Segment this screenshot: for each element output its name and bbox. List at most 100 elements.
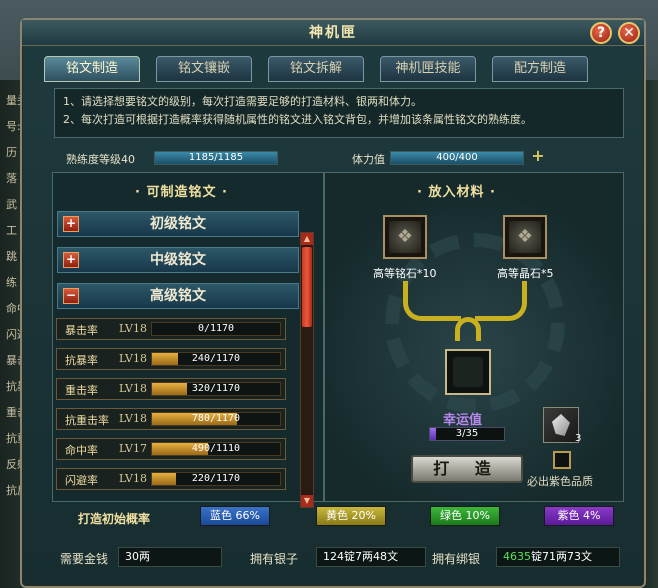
recipe-level: LV18 [119,322,147,335]
luck-bar: 3/35 [429,427,505,441]
materials-heading: · 放入材料 · [417,185,496,200]
window-title[interactable]: 神机匣 [22,20,644,46]
luck-item-slot[interactable] [543,407,579,443]
instruction-notes: 1、请选择想要铭文的级别，每次打造需要足够的打造材料、银两和体力。 2、每次打造… [54,88,624,138]
category-basic[interactable]: 初级铭文 + [57,211,299,237]
flow-pipe-right [475,281,527,321]
recipe-level: LV18 [119,382,147,395]
recipe-progress-value: 490/1110 [191,443,241,454]
recipe-name: 命中率 [65,444,98,457]
bound-silver-rest: 锭71两73文 [531,550,592,563]
recipe-row[interactable]: 抗重击率 LV18 780/1170 [56,408,286,430]
collapse-icon[interactable]: − [63,288,79,304]
background-label: 落 [6,172,17,185]
tab-inscription-inlay[interactable]: 铭文镶嵌 [156,56,252,82]
scroll-thumb[interactable] [302,247,312,327]
proficiency-value: 1185/1185 [188,152,244,163]
recipe-scrollbar[interactable]: ▲ ▼ [300,232,314,508]
material-slot-crystal[interactable]: ❖ [503,215,547,259]
recipe-name: 闪避率 [65,474,98,487]
background-label: 练 [6,276,17,289]
category-label: 中级铭文 [150,252,206,268]
recipe-level: LV18 [119,472,147,485]
recipe-name: 重击率 [65,384,98,397]
stamina-value: 400/400 [436,152,478,163]
recipe-level: LV18 [119,352,147,365]
scroll-down-icon[interactable]: ▼ [301,495,313,507]
luck-label: 幸运值 [443,413,483,428]
background-label: 跳 [6,250,17,263]
crystal-stone-icon: ❖ [509,221,541,253]
recipe-progress-value: 0/1170 [197,323,235,334]
tab-bar: 铭文制造 铭文镶嵌 铭文拆解 神机匣技能 配方制造 [44,56,624,84]
material-slot-ore[interactable]: ❖ [383,215,427,259]
flow-pipe-left [403,281,461,321]
probability-yellow: 黄色 20% [316,506,386,526]
stamina-label: 体力值 [352,153,385,166]
luck-item-count: 3 [575,433,582,444]
required-money-value: 30两 [118,547,222,567]
luck-value: 3/35 [455,428,479,439]
bound-silver-value: 4635锭71两73文 [496,547,620,567]
recipe-row[interactable]: 抗暴率 LV18 240/1170 [56,348,286,370]
background-label: 历 [6,146,17,159]
guarantee-purple-label: 必出紫色品质 [527,475,593,488]
recipe-level: LV17 [119,442,147,455]
category-intermediate[interactable]: 中级铭文 + [57,247,299,273]
close-button[interactable]: ✕ [618,22,640,44]
result-slot[interactable] [445,349,491,395]
background-label: 号: [6,120,21,133]
probability-purple: 紫色 4% [544,506,614,526]
recipe-level: LV18 [119,412,147,425]
recipe-progress-value: 780/1170 [191,413,241,424]
note-line: 2、每次打造可根据打造概率获得随机属性的铭文进入铭文背包，并增加该条属性铭文的熟… [63,113,532,126]
category-label: 高级铭文 [150,288,206,304]
note-line: 1、请选择想要铭文的级别，每次打造需要足够的打造材料、银两和体力。 [63,95,422,108]
forge-button[interactable]: 打 造 [411,455,523,483]
tab-inscription-craft[interactable]: 铭文制造 [44,56,140,82]
recipe-name: 暴击率 [65,324,98,337]
expand-icon[interactable]: + [63,216,79,232]
material-label-ore: 高等铭石*10 [373,267,437,280]
background-label: 工 [6,224,17,237]
category-label: 初级铭文 [150,216,206,232]
shenjixia-window: 神机匣 ? ✕ 铭文制造 铭文镶嵌 铭文拆解 神机匣技能 配方制造 1、请选择想… [20,18,646,588]
proficiency-label: 熟练度等级40 [66,153,135,166]
probability-blue: 蓝色 66% [200,506,270,526]
recipe-progress-bar: 240/1170 [151,352,281,366]
scroll-up-icon[interactable]: ▲ [301,233,313,245]
recipe-progress-bar: 490/1110 [151,442,281,456]
recipe-name: 抗暴率 [65,354,98,367]
add-stamina-icon[interactable]: + [530,148,546,164]
bound-silver-label: 拥有绑银 [432,552,481,566]
materials-panel: · 放入材料 · ❖ 高等铭石*10 ❖ 高等晶石*5 幸运值 3/35 3 打… [324,172,624,502]
recipe-progress-bar: 780/1170 [151,412,281,426]
help-button[interactable]: ? [590,22,612,44]
inscription-stone-icon: ❖ [389,221,421,253]
silver-label: 拥有银子 [250,552,299,566]
required-money-label: 需要金钱 [60,552,109,566]
guarantee-purple-checkbox[interactable] [553,451,571,469]
recipe-row[interactable]: 闪避率 LV18 220/1170 [56,468,286,490]
recipe-progress-value: 240/1170 [191,353,241,364]
recipe-progress-value: 320/1170 [191,383,241,394]
initial-probability-label: 打造初始概率 [78,512,151,526]
category-advanced[interactable]: 高级铭文 − [57,283,299,309]
expand-icon[interactable]: + [63,252,79,268]
result-item [453,357,483,387]
recipe-progress-value: 220/1170 [191,473,241,484]
recipe-row[interactable]: 重击率 LV18 320/1170 [56,378,286,400]
tab-recipe-craft[interactable]: 配方制造 [492,56,588,82]
silver-value: 124锭7两48文 [316,547,426,567]
probability-green: 绿色 10% [430,506,500,526]
recipe-row[interactable]: 暴击率 LV18 0/1170 [56,318,286,340]
recipe-progress-bar: 0/1170 [151,322,281,336]
recipe-row[interactable]: 命中率 LV17 490/1110 [56,438,286,460]
material-label-crystal: 高等晶石*5 [497,267,554,280]
tab-box-skill[interactable]: 神机匣技能 [380,56,476,82]
recipe-name: 抗重击率 [65,414,109,427]
craftable-heading: · 可制造铭文 · [135,185,228,200]
luck-crystal-icon [552,414,570,436]
tab-inscription-dismantle[interactable]: 铭文拆解 [268,56,364,82]
background-label: 武 [6,198,17,211]
